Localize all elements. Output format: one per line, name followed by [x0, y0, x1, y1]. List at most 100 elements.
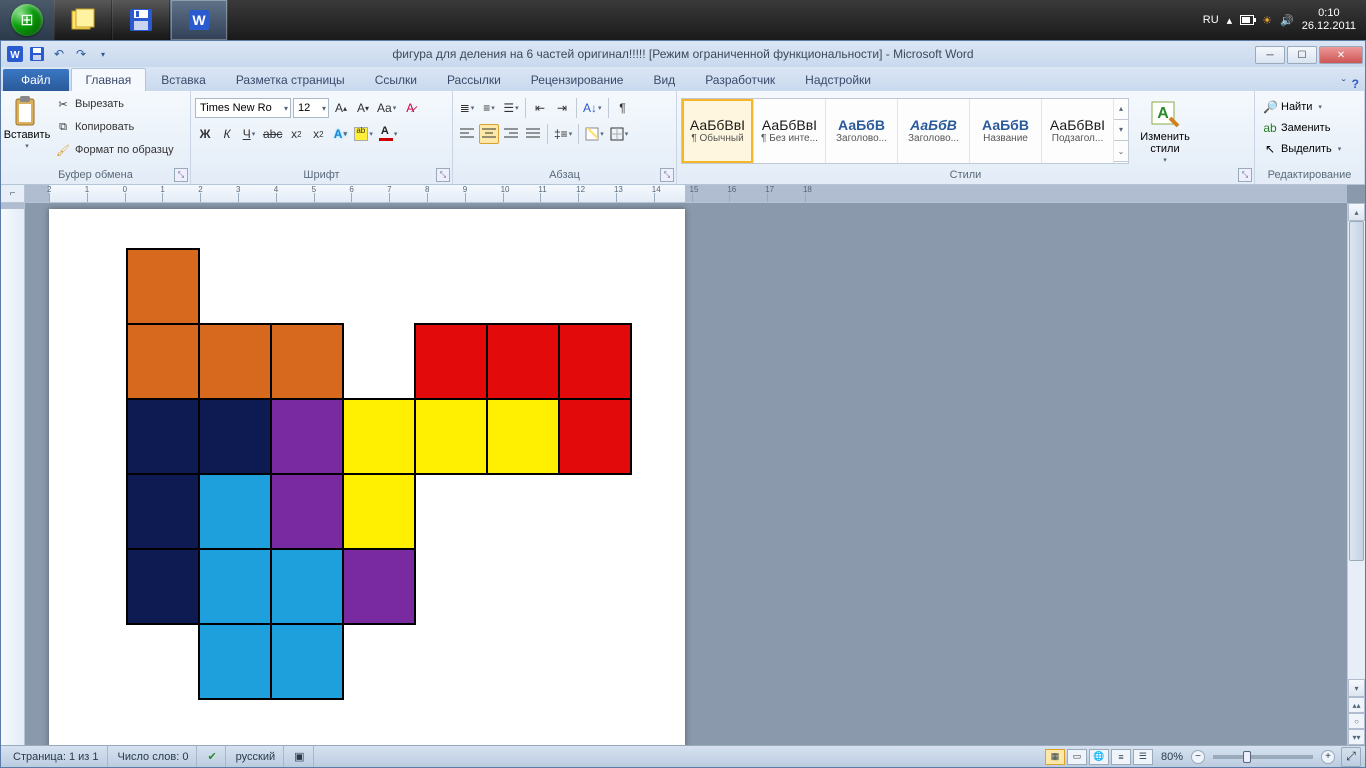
zoom-out-button[interactable]: −: [1191, 750, 1205, 764]
italic-button[interactable]: К: [217, 124, 237, 144]
status-language[interactable]: русский: [228, 746, 284, 767]
tab-главная[interactable]: Главная: [71, 68, 147, 91]
browse-object-button[interactable]: ○: [1348, 713, 1365, 729]
zoom-in-button[interactable]: +: [1321, 750, 1335, 764]
change-styles-button[interactable]: A Изменить стили ▾: [1135, 95, 1195, 167]
grow-font-button[interactable]: A▴: [331, 98, 351, 118]
style-item[interactable]: АаБбВвIПодзагол...: [1042, 99, 1114, 163]
clear-formatting-button[interactable]: A̷: [400, 98, 420, 118]
cut-button[interactable]: ✂Вырезать: [51, 93, 178, 115]
prev-page-button[interactable]: ▴▴: [1348, 697, 1365, 713]
next-page-button[interactable]: ▾▾: [1348, 729, 1365, 745]
file-tab[interactable]: Файл: [3, 69, 69, 91]
view-draft[interactable]: ☰: [1133, 749, 1153, 765]
close-button[interactable]: ✕: [1319, 46, 1363, 64]
task-item-save[interactable]: [112, 0, 170, 40]
shrink-font-button[interactable]: A▾: [353, 98, 373, 118]
styles-gallery[interactable]: АаБбВвI¶ ОбычныйАаБбВвI¶ Без инте...АаБб…: [681, 98, 1129, 164]
volume-icon[interactable]: 🔊: [1280, 14, 1294, 27]
tab-вид[interactable]: Вид: [638, 68, 690, 91]
find-button[interactable]: 🔎Найти▾: [1259, 97, 1345, 117]
view-outline[interactable]: ≡: [1111, 749, 1131, 765]
strikethrough-button[interactable]: abc: [261, 124, 284, 144]
paragraph-dialog-launcher[interactable]: ⤡: [660, 168, 674, 182]
view-full-screen[interactable]: ▭: [1067, 749, 1087, 765]
justify-button[interactable]: [523, 124, 543, 144]
undo-button[interactable]: ↶: [49, 44, 69, 64]
bullets-button[interactable]: ≣: [457, 98, 477, 118]
language-indicator[interactable]: RU: [1203, 14, 1219, 26]
select-button[interactable]: ↖Выделить▾: [1259, 139, 1345, 159]
shading-button[interactable]: [583, 124, 606, 144]
zoom-fit-button[interactable]: ⤢: [1341, 747, 1361, 767]
style-item[interactable]: АаБбВНазвание: [970, 99, 1042, 163]
status-words[interactable]: Число слов: 0: [110, 746, 198, 767]
maximize-button[interactable]: ☐: [1287, 46, 1317, 64]
style-scroll[interactable]: ⌄: [1114, 141, 1128, 162]
align-left-button[interactable]: [457, 124, 477, 144]
horizontal-ruler[interactable]: 210123456789101112131415161718: [25, 185, 1347, 203]
zoom-slider[interactable]: [1213, 755, 1313, 759]
start-button[interactable]: [0, 0, 54, 40]
style-item[interactable]: АаБбВвI¶ Без инте...: [754, 99, 826, 163]
scroll-thumb[interactable]: [1349, 221, 1364, 561]
font-dialog-launcher[interactable]: ⤡: [436, 168, 450, 182]
align-right-button[interactable]: [501, 124, 521, 144]
font-size-combo[interactable]: 12: [293, 98, 329, 118]
word-icon[interactable]: W: [5, 44, 25, 64]
change-case-button[interactable]: Aa: [375, 98, 398, 118]
font-color-button[interactable]: [377, 124, 400, 144]
vertical-scrollbar[interactable]: ▴ ▾ ▴▴ ○ ▾▾: [1347, 203, 1365, 745]
scroll-up-button[interactable]: ▴: [1348, 203, 1365, 221]
paste-button[interactable]: Вставить ▾: [5, 93, 49, 153]
zoom-level[interactable]: 80%: [1161, 751, 1183, 763]
tab-надстройки[interactable]: Надстройки: [790, 68, 886, 91]
ruler-corner[interactable]: ⌐: [1, 185, 25, 203]
scroll-down-button[interactable]: ▾: [1348, 679, 1365, 697]
tab-вставка[interactable]: Вставка: [146, 68, 221, 91]
clipboard-dialog-launcher[interactable]: ⤡: [174, 168, 188, 182]
line-spacing-button[interactable]: ‡≡: [552, 124, 574, 144]
increase-indent-button[interactable]: ⇥: [552, 98, 572, 118]
underline-button[interactable]: Ч: [239, 124, 259, 144]
document-page[interactable]: [49, 209, 685, 745]
tab-рассылки[interactable]: Рассылки: [432, 68, 516, 91]
numbering-button[interactable]: ≡: [479, 98, 499, 118]
show-marks-button[interactable]: ¶: [613, 98, 633, 118]
format-painter-button[interactable]: 🖌Формат по образцу: [51, 139, 178, 161]
status-page[interactable]: Страница: 1 из 1: [5, 746, 108, 767]
qat-customize-icon[interactable]: ▾: [93, 44, 113, 64]
style-scroll[interactable]: ▾: [1114, 120, 1128, 141]
style-item[interactable]: АаБбВЗаголово...: [898, 99, 970, 163]
subscript-button[interactable]: x2: [286, 124, 306, 144]
styles-dialog-launcher[interactable]: ⤡: [1238, 168, 1252, 182]
decrease-indent-button[interactable]: ⇤: [530, 98, 550, 118]
style-item[interactable]: АаБбВЗаголово...: [826, 99, 898, 163]
battery-icon[interactable]: [1240, 15, 1254, 25]
task-item-word[interactable]: W: [170, 0, 228, 40]
highlight-button[interactable]: [352, 124, 375, 144]
borders-button[interactable]: [608, 124, 631, 144]
redo-button[interactable]: ↷: [71, 44, 91, 64]
style-scroll[interactable]: ▴: [1114, 99, 1128, 120]
tab-разработчик[interactable]: Разработчик: [690, 68, 790, 91]
save-button[interactable]: [27, 44, 47, 64]
multilevel-button[interactable]: ☰: [501, 98, 521, 118]
tab-рецензирование[interactable]: Рецензирование: [516, 68, 639, 91]
sort-button[interactable]: A↓: [581, 98, 604, 118]
align-center-button[interactable]: [479, 124, 499, 144]
tab-разметка страницы[interactable]: Разметка страницы: [221, 68, 360, 91]
view-web[interactable]: 🌐: [1089, 749, 1109, 765]
clock[interactable]: 0:10 26.12.2011: [1302, 7, 1356, 33]
copy-button[interactable]: ⧉Копировать: [51, 116, 178, 138]
font-name-combo[interactable]: Times New Ro: [195, 98, 291, 118]
vertical-ruler[interactable]: [1, 203, 25, 745]
brightness-icon[interactable]: ☀: [1262, 14, 1272, 27]
ribbon-minimize-icon[interactable]: ˇ: [1342, 77, 1346, 91]
style-item[interactable]: АаБбВвI¶ Обычный: [682, 99, 754, 163]
replace-button[interactable]: abЗаменить: [1259, 118, 1345, 138]
minimize-button[interactable]: ─: [1255, 46, 1285, 64]
status-macro[interactable]: ▣: [286, 746, 313, 767]
text-effects-button[interactable]: A: [330, 124, 350, 144]
view-print-layout[interactable]: ▦: [1045, 749, 1065, 765]
